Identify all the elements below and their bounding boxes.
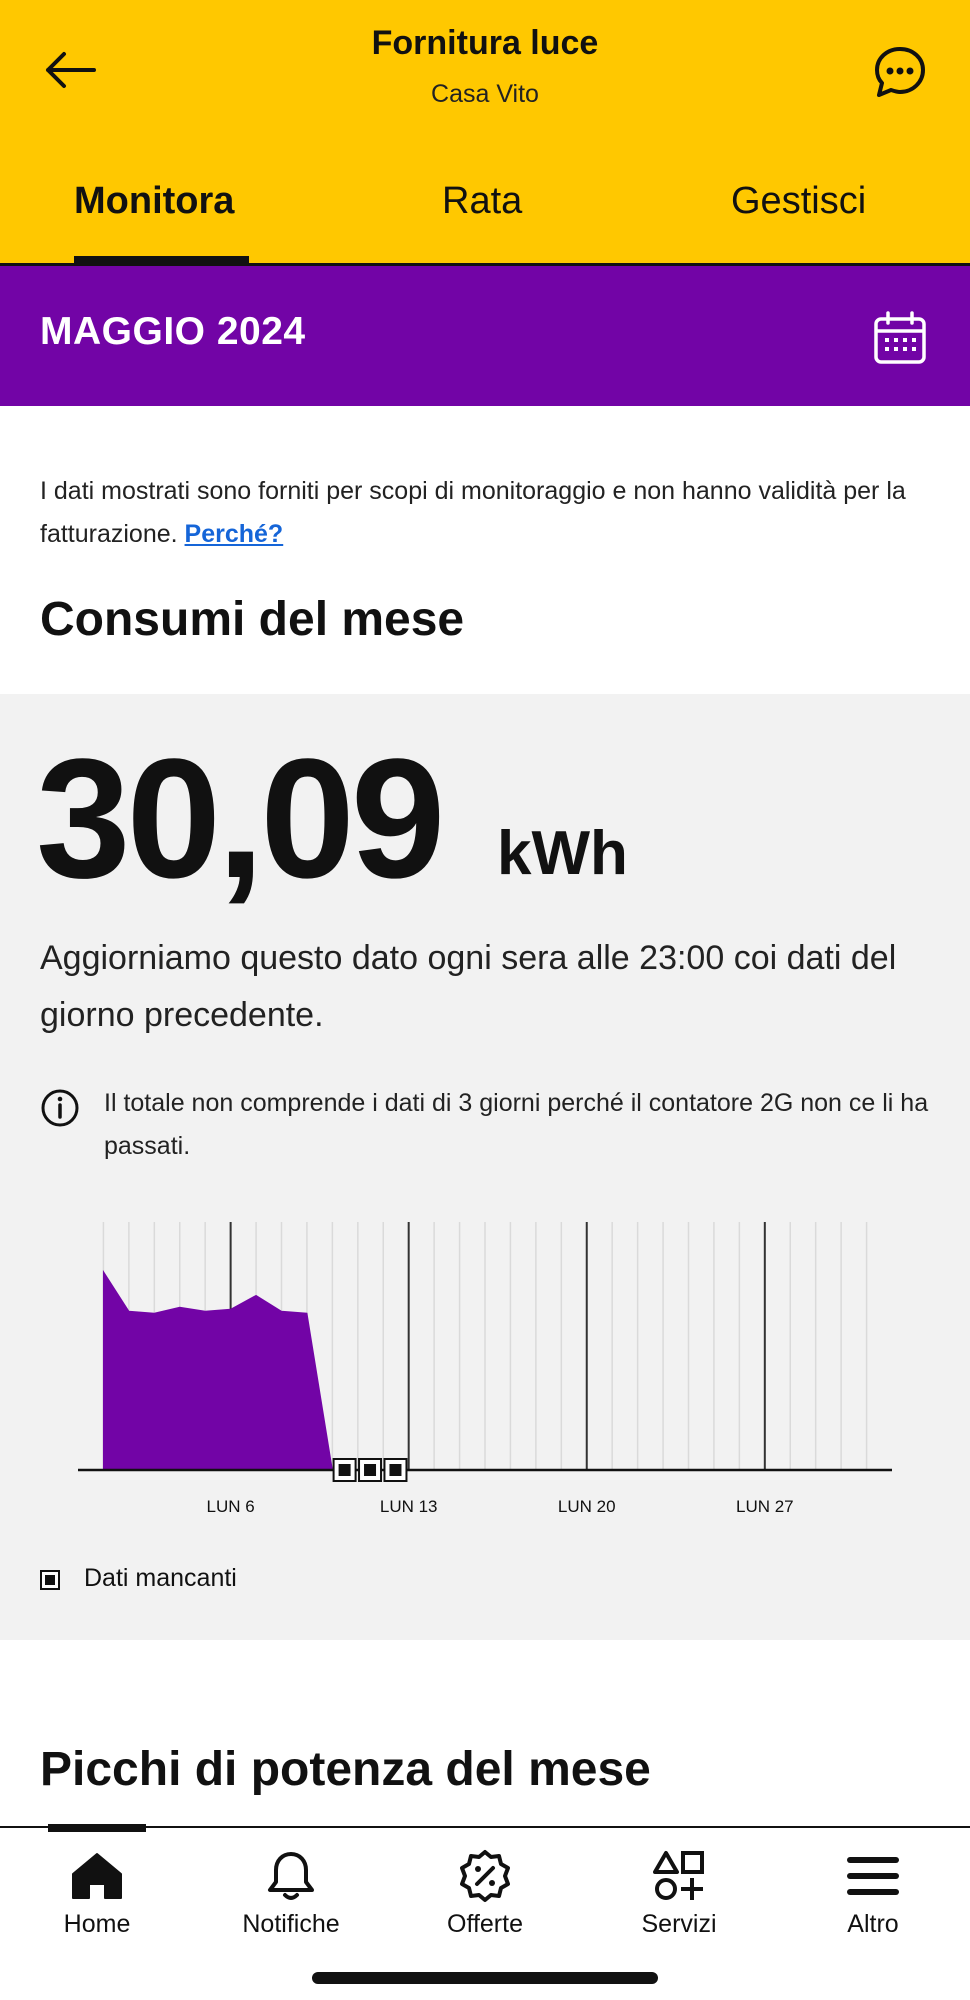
- shapes-icon: [653, 1851, 704, 1900]
- missing-data-marker-fill: [389, 1464, 402, 1476]
- menu-icon: [847, 1857, 899, 1895]
- consumption-area: [102, 1269, 333, 1471]
- legend-label: Dati mancanti: [84, 1564, 237, 1592]
- x-tick-label: LUN 6: [207, 1497, 255, 1516]
- tab-bar: Monitora Rata Gestisci: [0, 170, 970, 266]
- why-link[interactable]: Perché?: [185, 520, 284, 548]
- chat-button[interactable]: [868, 40, 932, 104]
- info-text: Il totale non comprende i dati di 3 gior…: [104, 1089, 929, 1160]
- month-label: MAGGIO 2024: [40, 310, 306, 353]
- bell-icon: [268, 1852, 314, 1900]
- page-subtitle: Casa Vito: [431, 80, 539, 108]
- nav-label-home: Home: [63, 1910, 131, 1938]
- nav-home[interactable]: Home: [0, 1848, 194, 1939]
- consumption-value: 30,09: [36, 724, 445, 914]
- nav-servizi[interactable]: Servizi: [582, 1848, 776, 1939]
- nav-label-offerte: Offerte: [447, 1910, 523, 1938]
- discount-badge-icon: [460, 1850, 510, 1902]
- consumption-unit: kWh: [497, 819, 628, 888]
- x-tick-label: LUN 20: [558, 1497, 616, 1516]
- disclaimer-text: I dati mostrati sono forniti per scopi d…: [40, 477, 906, 548]
- header: Fornitura luce Casa Vito Monitora Rata G…: [0, 0, 970, 266]
- tab-gestisci[interactable]: Gestisci: [731, 180, 866, 223]
- tab-monitora[interactable]: Monitora: [74, 180, 234, 223]
- calendar-button[interactable]: [872, 310, 928, 366]
- nav-notifiche[interactable]: Notifiche: [194, 1848, 388, 1939]
- home-icon: [72, 1853, 122, 1899]
- system-home-indicator: [312, 1972, 658, 1984]
- month-selector-bar: MAGGIO 2024: [0, 266, 970, 406]
- consumption-chart-svg: LUN 6 LUN 13 LUN 20 LUN 27: [78, 1222, 892, 1516]
- page-title: Fornitura luce: [371, 24, 599, 62]
- consumption-section-title: Consumi del mese: [40, 593, 465, 646]
- nav-label-notifiche: Notifiche: [242, 1910, 340, 1938]
- missing-data-marker-fill: [364, 1464, 377, 1476]
- nav-label-servizi: Servizi: [641, 1910, 717, 1938]
- monitoring-disclaimer: I dati mostrati sono forniti per scopi d…: [40, 470, 920, 556]
- active-tab-indicator: [74, 256, 249, 264]
- info-icon: [41, 1089, 79, 1127]
- active-nav-indicator: [48, 1824, 146, 1832]
- chat-bubble-icon: [875, 47, 925, 97]
- nav-altro[interactable]: Altro: [776, 1848, 970, 1939]
- x-tick-label: LUN 27: [736, 1497, 794, 1516]
- peaks-section-title: Picchi di potenza del mese: [40, 1743, 651, 1796]
- x-tick-label: LUN 13: [380, 1497, 438, 1516]
- tab-rata[interactable]: Rata: [442, 180, 522, 223]
- nav-offerte[interactable]: Offerte: [388, 1848, 582, 1939]
- bottom-navigation: Home Notifiche Offerte Servizi Altro: [0, 1824, 970, 2000]
- calendar-icon: [874, 311, 926, 364]
- consumption-chart: LUN 6 LUN 13 LUN 20 LUN 27: [0, 1206, 970, 1536]
- update-note: Aggiorniamo questo dato ogni sera alle 2…: [40, 939, 897, 1034]
- missing-data-marker-fill: [338, 1464, 351, 1476]
- nav-label-altro: Altro: [847, 1910, 899, 1938]
- missing-data-marker-icon: [40, 1570, 60, 1590]
